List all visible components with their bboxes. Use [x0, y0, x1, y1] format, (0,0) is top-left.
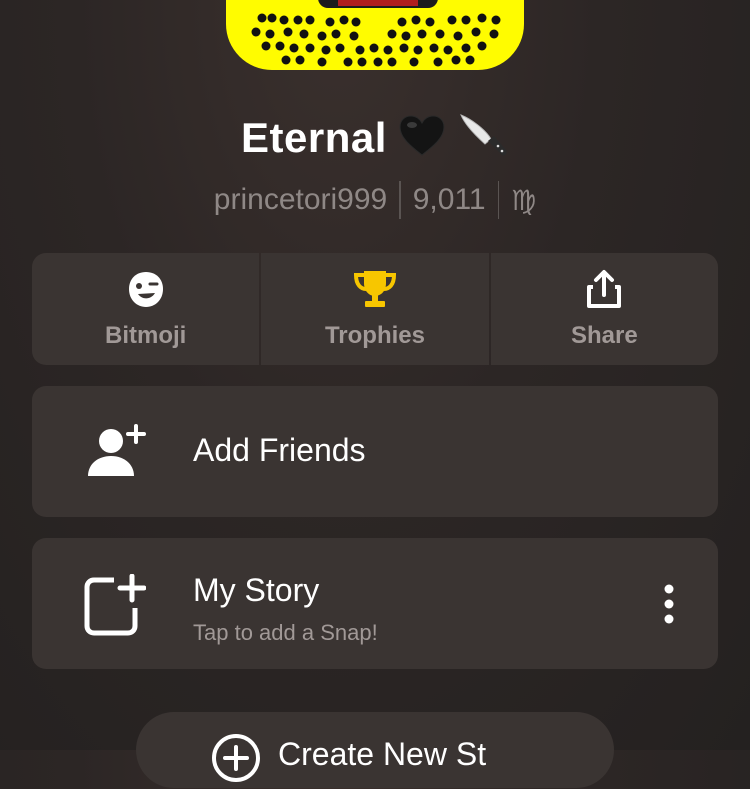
trophies-label: Trophies [324, 321, 425, 349]
my-story-card[interactable]: My Story Tap to add a Snap! [32, 538, 718, 669]
snap-score[interactable]: 9,011 [413, 183, 486, 217]
add-friends-card[interactable]: Add Friends [32, 386, 718, 517]
bitmoji-label: Bitmoji [105, 321, 187, 349]
black-heart-icon [399, 114, 445, 162]
snapcode[interactable] [226, 0, 524, 70]
create-new-story-button[interactable]: Create New St [136, 712, 614, 788]
display-name: Eternal [241, 114, 387, 161]
bitmoji-face-icon [126, 269, 166, 314]
add-story-icon [82, 573, 147, 636]
add-friend-icon [82, 422, 146, 482]
username[interactable]: princetori999 [214, 183, 387, 217]
my-story-title: My Story [193, 572, 320, 608]
trophy-icon [352, 269, 398, 314]
share-button[interactable]: Share [490, 253, 718, 365]
profile-name-row: Eternal [0, 110, 750, 166]
knife-icon [457, 111, 509, 166]
profile-meta-row: princetori999 9,011 ♍ [0, 178, 750, 222]
my-story-subtitle: Tap to add a Snap! [193, 620, 378, 645]
plus-circle-icon [210, 732, 262, 789]
create-new-story-label: Create New St [278, 736, 487, 772]
snapcode-dots [251, 0, 501, 67]
share-label: Share [570, 321, 638, 349]
trophies-button[interactable]: Trophies [261, 253, 489, 365]
add-friends-label: Add Friends [193, 432, 366, 468]
divider [497, 181, 500, 219]
divider [399, 181, 401, 219]
more-options-icon[interactable] [656, 582, 682, 626]
zodiac-virgo-icon[interactable]: ♍ [511, 184, 536, 217]
profile-action-bar: Bitmoji Trophies Share [32, 253, 718, 365]
share-icon [584, 269, 624, 314]
bitmoji-button[interactable]: Bitmoji [32, 253, 260, 365]
